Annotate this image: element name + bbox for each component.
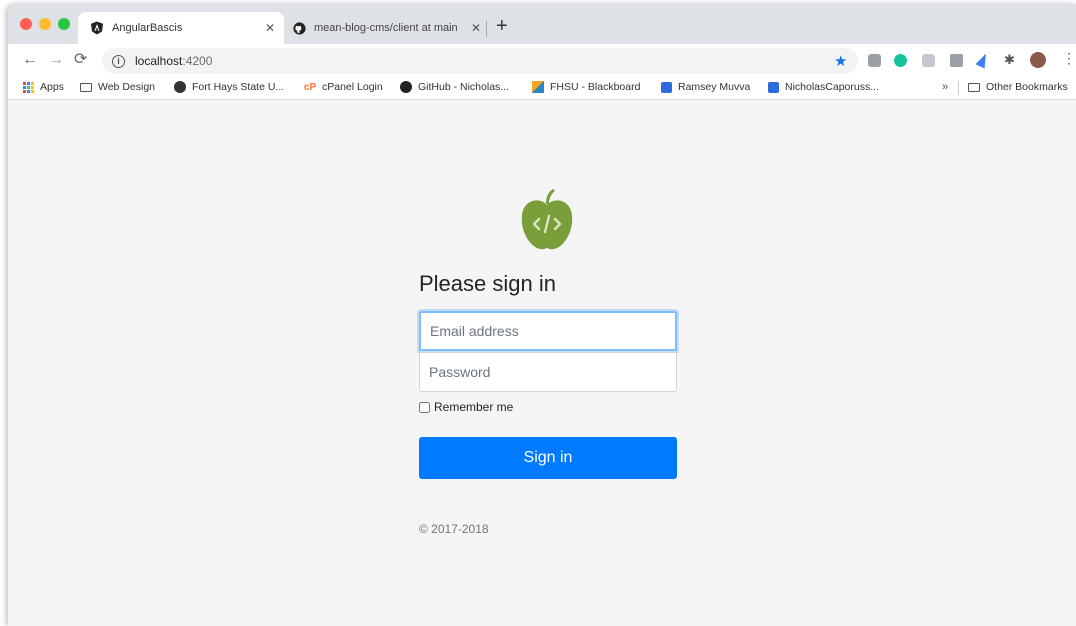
- tab-angularbascis[interactable]: AngularBascis ✕: [78, 12, 284, 44]
- trello-icon: [660, 81, 672, 93]
- blackboard-icon: [532, 81, 544, 93]
- extension-icon[interactable]: [950, 54, 963, 67]
- minimize-window-button[interactable]: [39, 18, 51, 30]
- close-window-button[interactable]: [20, 18, 32, 30]
- bookmark-ramsey-muvva[interactable]: Ramsey Muvva: [660, 81, 750, 93]
- url-port: :4200: [182, 54, 213, 68]
- browser-toolbar: ← → ⟳ i localhost:4200 ★ ✱ ⋮: [8, 44, 1076, 76]
- profile-avatar[interactable]: [1030, 52, 1046, 68]
- bookmark-label: Apps: [40, 81, 64, 93]
- copyright-text: © 2017-2018: [419, 522, 489, 536]
- extension-icon[interactable]: [922, 54, 935, 67]
- bookmark-label: NicholasCaporuss...: [785, 81, 879, 93]
- bookmark-label: Other Bookmarks: [986, 81, 1068, 93]
- bookmark-cpanel[interactable]: cP cPanel Login: [304, 81, 383, 93]
- angular-icon: [90, 21, 104, 35]
- email-input[interactable]: [419, 311, 677, 351]
- browser-window: AngularBascis ✕ mean-blog-cms/client at …: [8, 4, 1076, 626]
- close-tab-icon[interactable]: ✕: [262, 21, 278, 35]
- new-tab-button[interactable]: +: [496, 16, 508, 36]
- maximize-window-button[interactable]: [58, 18, 70, 30]
- page-title: Please sign in: [419, 271, 556, 296]
- tab-title: mean-blog-cms/client at main: [314, 22, 458, 34]
- tab-github[interactable]: mean-blog-cms/client at main ✕: [286, 12, 490, 44]
- apple-code-logo-icon: [521, 189, 573, 250]
- reload-icon[interactable]: ⟳: [74, 50, 87, 70]
- bookmark-label: cPanel Login: [322, 81, 383, 93]
- bookmark-other[interactable]: Other Bookmarks: [968, 81, 1068, 93]
- folder-icon: [968, 81, 980, 93]
- globe-icon: [174, 81, 186, 93]
- bookmarks-separator: [958, 81, 959, 95]
- apps-grid-icon: [22, 81, 34, 93]
- feather-icon[interactable]: [975, 51, 991, 69]
- bookmark-label: Web Design: [98, 81, 156, 93]
- bookmark-star-icon[interactable]: ★: [834, 52, 847, 70]
- back-arrow-icon[interactable]: ←: [22, 50, 38, 70]
- bookmark-fort-hays[interactable]: Fort Hays State U...: [174, 81, 284, 93]
- extension-icon[interactable]: [868, 54, 881, 67]
- bookmark-nicholas[interactable]: NicholasCaporuss...: [767, 81, 879, 93]
- tab-divider: [486, 21, 487, 37]
- remember-me-checkbox[interactable]: [419, 401, 430, 413]
- sign-in-button[interactable]: Sign in: [419, 437, 677, 479]
- bookmarks-overflow-button[interactable]: »: [942, 81, 948, 93]
- bookmark-label: GitHub - Nicholas...: [418, 81, 510, 93]
- grammarly-icon[interactable]: [894, 54, 907, 67]
- bookmark-github[interactable]: GitHub - Nicholas...: [400, 81, 509, 93]
- puzzle-icon[interactable]: ✱: [1004, 52, 1015, 68]
- address-bar[interactable]: i localhost:4200: [102, 48, 858, 74]
- page-content: Please sign in Remember me Sign in © 201…: [8, 101, 1076, 626]
- bookmark-label: FHSU - Blackboard: [550, 81, 641, 93]
- url-host: localhost: [135, 54, 183, 68]
- bookmarks-bar: Apps Web Design Fort Hays State U... cP …: [8, 76, 1076, 100]
- github-icon: [292, 21, 306, 35]
- tab-title: AngularBascis: [112, 22, 183, 34]
- cpanel-icon: cP: [303, 81, 317, 93]
- remember-me-label: Remember me: [434, 400, 514, 414]
- bookmark-apps[interactable]: Apps: [22, 81, 64, 93]
- forward-arrow-icon[interactable]: →: [48, 50, 64, 70]
- github-icon: [400, 81, 412, 93]
- remember-me[interactable]: Remember me: [419, 400, 513, 414]
- folder-icon: [80, 81, 92, 93]
- bookmark-blackboard[interactable]: FHSU - Blackboard: [532, 81, 640, 93]
- tab-strip: AngularBascis ✕ mean-blog-cms/client at …: [8, 4, 1076, 44]
- password-input[interactable]: [419, 352, 677, 392]
- menu-icon[interactable]: ⋮: [1062, 51, 1076, 65]
- bookmark-label: Ramsey Muvva: [678, 81, 751, 93]
- close-tab-icon[interactable]: ✕: [468, 21, 484, 35]
- bookmark-label: Fort Hays State U...: [192, 81, 285, 93]
- bookmark-web-design[interactable]: Web Design: [80, 81, 155, 93]
- trello-icon: [767, 81, 779, 93]
- info-icon[interactable]: i: [112, 54, 125, 68]
